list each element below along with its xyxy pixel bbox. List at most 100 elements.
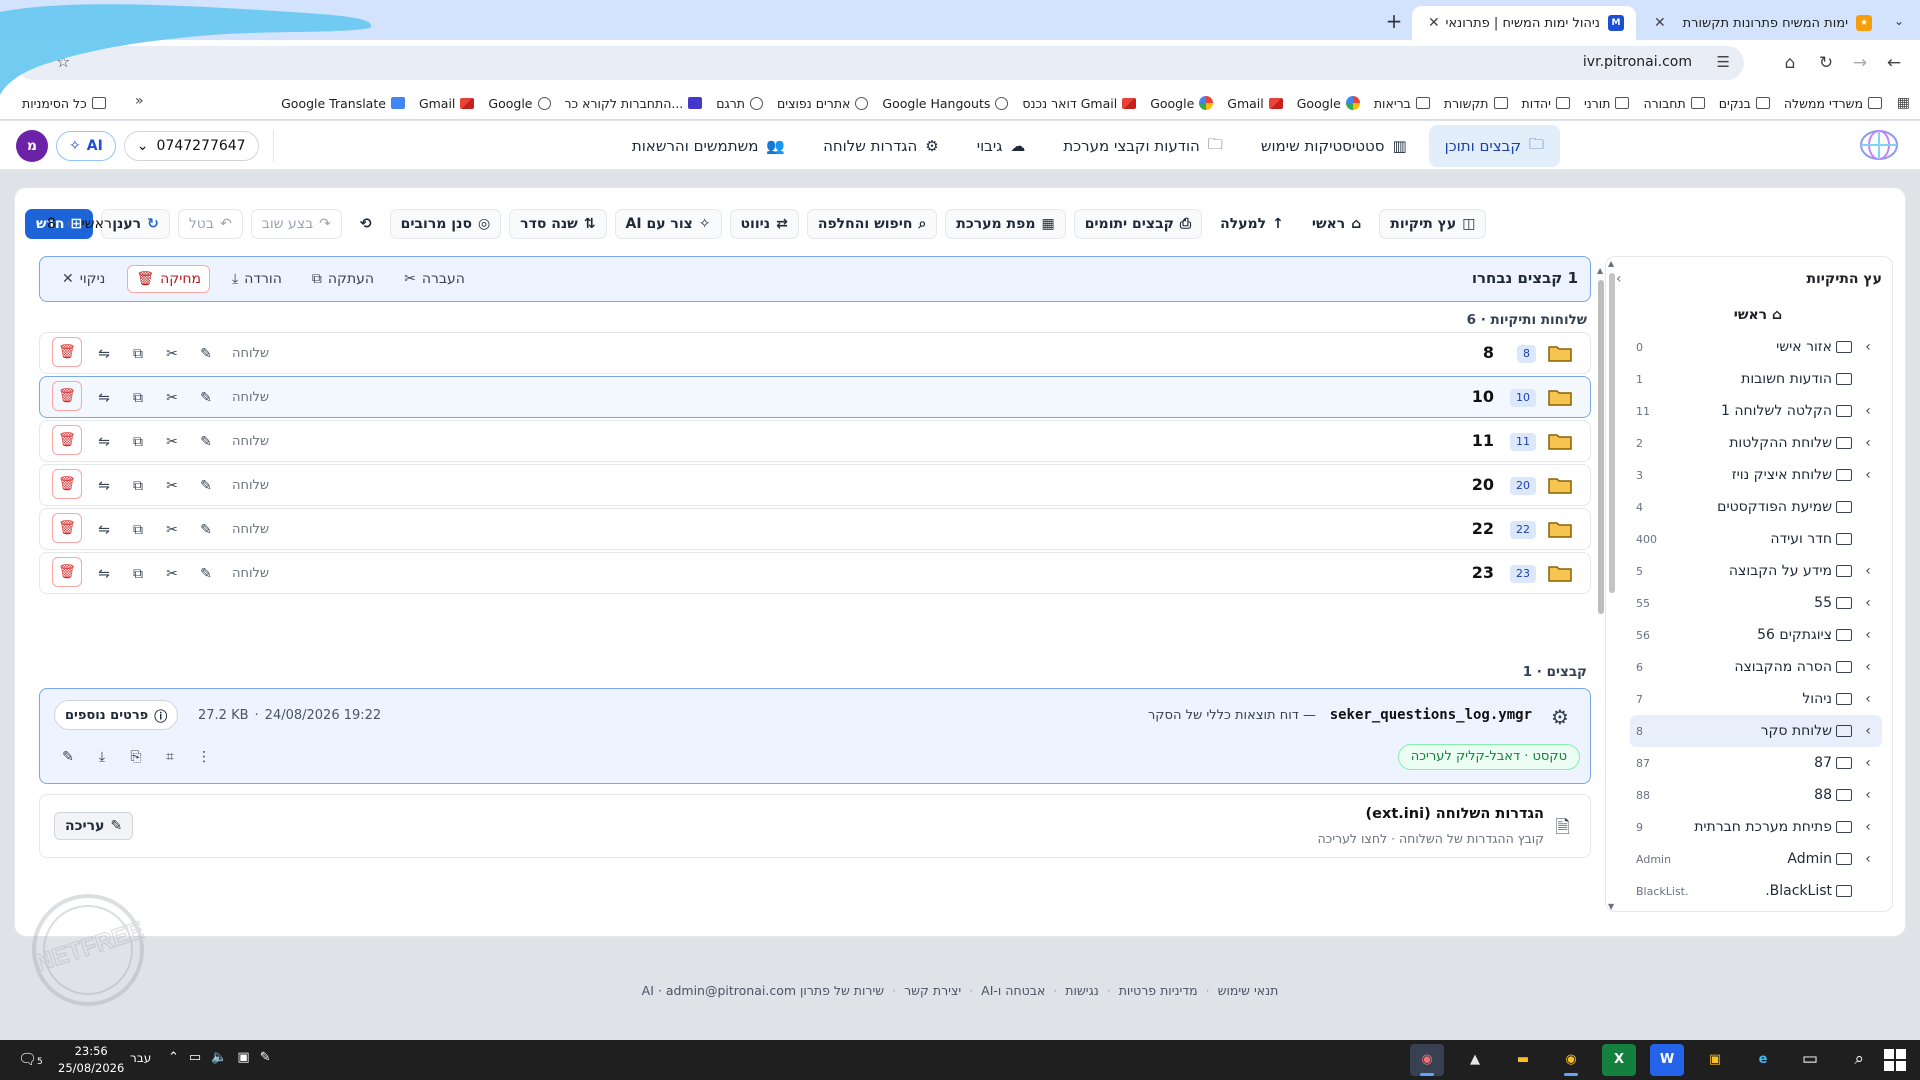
home-button[interactable]: ⌂ ראשי: [1302, 209, 1371, 239]
edit-icon[interactable]: ✎: [194, 430, 218, 454]
phone-number-select[interactable]: ⌄ 0747277647: [123, 131, 259, 161]
nav-system-messages[interactable]: 🗀 הודעות וקבצי מערכת: [1047, 125, 1238, 167]
tree-item[interactable]: BlackList. BlackList.: [1630, 875, 1882, 907]
clear-selection-button[interactable]: ✕ ניקוי: [54, 265, 113, 293]
history-button[interactable]: ⟲: [350, 209, 382, 239]
tree-item[interactable]: ‹ 87 87: [1630, 747, 1882, 779]
edge-icon[interactable]: e: [1746, 1044, 1780, 1076]
bookmark-item[interactable]: Google Translate: [281, 96, 405, 111]
edit-icon[interactable]: ✎: [56, 745, 80, 769]
bookmark-item[interactable]: תקשורת: [1444, 96, 1508, 111]
footer-link[interactable]: מדיניות פרטיות: [1119, 983, 1198, 998]
notifications-icon[interactable]: 🗨5: [18, 1050, 43, 1068]
scissors-icon[interactable]: ✂: [160, 474, 184, 498]
delete-button[interactable]: 🗑 מחיקה: [127, 265, 211, 293]
volume-icon[interactable]: 🔈: [211, 1050, 227, 1065]
search-replace-button[interactable]: ⌕ חיפוש והחלפה: [806, 209, 938, 239]
back-icon[interactable]: ←: [1880, 49, 1908, 77]
chevron-icon[interactable]: ‹: [1858, 435, 1878, 451]
scissors-icon[interactable]: ✂: [160, 386, 184, 410]
tree-item[interactable]: ‹ הקלטה לשלוחה 1 11: [1630, 395, 1882, 427]
scissors-icon[interactable]: ✂: [160, 562, 184, 586]
browser-tab-active[interactable]: M ניהול ימות המשיח | פתרונאי ✕: [1412, 6, 1636, 40]
file-card[interactable]: ⚙ seker_questions_log.ymgr — דוח תוצאות …: [39, 688, 1591, 784]
bookmark-item[interactable]: תרגם: [716, 96, 763, 111]
chevron-icon[interactable]: ‹: [1858, 339, 1878, 355]
tree-item[interactable]: חדר ועידה 400: [1630, 523, 1882, 555]
tree-item[interactable]: ‹ 55 55: [1630, 587, 1882, 619]
move-button[interactable]: ✂ העברה: [396, 265, 473, 293]
site-settings-icon[interactable]: ☰: [1717, 53, 1730, 71]
tree-item[interactable]: ‹ 88 88: [1630, 779, 1882, 811]
chevron-icon[interactable]: ‹: [1858, 563, 1878, 579]
tree-item[interactable]: ‹ אזור אישי 0: [1630, 331, 1882, 363]
scissors-icon[interactable]: ✂: [160, 518, 184, 542]
task-view-icon[interactable]: ▭: [1802, 1049, 1818, 1069]
trash-icon[interactable]: 🗑: [52, 513, 82, 543]
edit-icon[interactable]: ✎: [194, 342, 218, 366]
multi-filter-button[interactable]: ◎ סנן מרובים: [389, 209, 502, 239]
folder-row[interactable]: 23 23 שלוחה ✎ ✂ ⧉ ⇋ 🗑: [39, 552, 1591, 594]
excel-icon[interactable]: X: [1602, 1044, 1636, 1076]
chevron-icon[interactable]: ‹: [1858, 627, 1878, 643]
home-icon[interactable]: ⌂: [1776, 49, 1804, 77]
new-tab-button[interactable]: +: [1380, 8, 1408, 36]
navigate-button[interactable]: ⇄ ניווט: [729, 209, 799, 239]
copy-icon[interactable]: ⧉: [126, 562, 150, 586]
route-icon[interactable]: ⇋: [92, 474, 116, 498]
photos-icon[interactable]: ▲: [1458, 1044, 1492, 1076]
collapse-panel-icon[interactable]: ‹: [1616, 271, 1622, 287]
network-icon[interactable]: ▭: [189, 1050, 201, 1065]
scissors-icon[interactable]: ✂: [160, 342, 184, 366]
tab-close-icon[interactable]: ✕: [1424, 15, 1444, 31]
tree-root-item[interactable]: ⌂ ראשי: [1734, 307, 1782, 323]
edit-icon[interactable]: ✎: [194, 518, 218, 542]
bookmark-item[interactable]: אתרים נפוצים: [777, 96, 869, 111]
create-with-ai-button[interactable]: ✧ צור עם AI: [614, 209, 722, 239]
bookmark-item[interactable]: Gmail: [1227, 96, 1283, 111]
search-icon[interactable]: ⌕: [1854, 1049, 1864, 1069]
chevron-icon[interactable]: ‹: [1858, 659, 1878, 675]
extension-settings-card[interactable]: 🗎 הגדרות השלוחה (ext.ini) קובץ ההגדרות ש…: [39, 794, 1591, 858]
undo-button[interactable]: ↶ בטל: [177, 209, 243, 239]
store-icon[interactable]: ▣: [1698, 1044, 1732, 1076]
nav-extension-settings[interactable]: ⚙ הגדרות שלוחה: [807, 125, 955, 167]
trash-icon[interactable]: 🗑: [52, 469, 82, 499]
folder-row[interactable]: 11 11 שלוחה ✎ ✂ ⧉ ⇋ 🗑: [39, 420, 1591, 462]
tree-item[interactable]: ‹ שלוחת סקר 8: [1630, 715, 1882, 747]
bookmark-item[interactable]: התחברות לקורא כר...: [565, 96, 703, 111]
folder-row[interactable]: 8 8 שלוחה ✎ ✂ ⧉ ⇋ 🗑: [39, 332, 1591, 374]
edit-ini-button[interactable]: ✎ עריכה: [54, 812, 134, 840]
copy-button[interactable]: ⧉ העתקה: [304, 265, 382, 293]
chevron-icon[interactable]: ‹: [1858, 595, 1878, 611]
tree-item[interactable]: ‹ ניהול 7: [1630, 683, 1882, 715]
trash-icon[interactable]: 🗑: [52, 557, 82, 587]
chrome-icon[interactable]: ◉: [1410, 1044, 1444, 1076]
footer-link[interactable]: יצירת קשר: [904, 983, 961, 998]
breadcrumb-root[interactable]: ראשי: [82, 216, 112, 232]
chevron-icon[interactable]: ‹: [1858, 819, 1878, 835]
bookmark-item[interactable]: בנקים: [1719, 96, 1770, 111]
copy-icon[interactable]: ⧉: [126, 386, 150, 410]
trash-icon[interactable]: 🗑: [52, 381, 82, 411]
language-indicator[interactable]: עבר: [130, 1051, 151, 1065]
bookmark-item[interactable]: תורני: [1584, 96, 1630, 111]
trash-icon[interactable]: 🗑: [52, 425, 82, 455]
bookmark-item[interactable]: Google: [1297, 96, 1360, 111]
edit-icon[interactable]: ✎: [194, 562, 218, 586]
tree-item[interactable]: ‹ שלוחת איציק נויז 3: [1630, 459, 1882, 491]
footer-link[interactable]: תנאי שימוש: [1218, 983, 1279, 998]
bookmark-item[interactable]: תחבורה: [1643, 96, 1705, 111]
forward-icon[interactable]: →: [1846, 49, 1874, 77]
orphan-files-button[interactable]: ⎙ קבצים יתומים: [1073, 209, 1203, 239]
all-bookmarks-button[interactable]: כל הסימניות: [22, 86, 106, 120]
download-icon[interactable]: ⤓: [90, 745, 114, 769]
download-button[interactable]: ⤓ הורדה: [224, 265, 290, 293]
bookmarks-overflow-button[interactable]: »: [135, 93, 144, 109]
content-scrollbar[interactable]: ▲: [1597, 266, 1605, 906]
copy-icon[interactable]: ⧉: [126, 518, 150, 542]
scissors-icon[interactable]: ✂: [160, 430, 184, 454]
redo-button[interactable]: ↷ בצע שוב: [250, 209, 342, 239]
bookmark-item[interactable]: משרדי ממשלה: [1784, 96, 1882, 111]
chevron-icon[interactable]: ‹: [1858, 723, 1878, 739]
